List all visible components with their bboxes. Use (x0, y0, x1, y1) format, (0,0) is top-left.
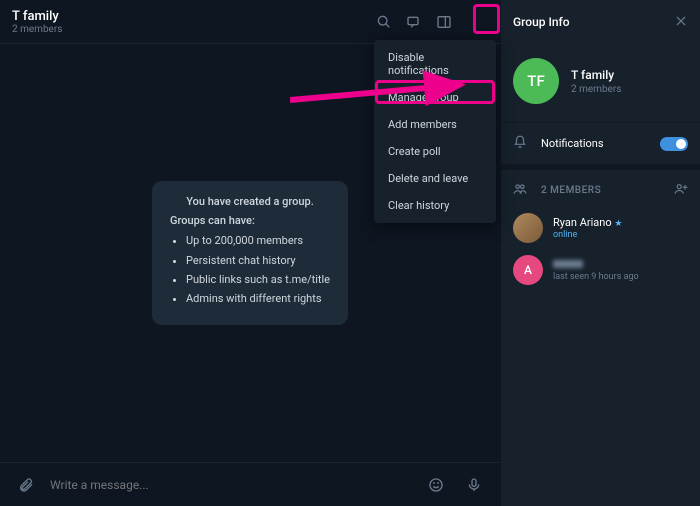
search-icon[interactable] (370, 8, 398, 36)
emoji-icon[interactable] (422, 471, 450, 499)
bell-icon (513, 135, 527, 152)
chat-panel: T family 2 members You have c (0, 0, 500, 506)
notifications-label: Notifications (541, 137, 660, 150)
member-name: Ryan Ariano (553, 216, 612, 229)
member-row[interactable]: A last seen 9 hours ago (501, 249, 700, 291)
service-message: You have created a group. Groups can hav… (152, 181, 348, 325)
more-menu: Disable notifications Manage group Add m… (374, 40, 496, 223)
group-avatar: TF (513, 58, 559, 104)
group-info-block: TF T family 2 members (501, 44, 700, 122)
chat-title: T family (12, 9, 370, 24)
member-row[interactable]: Ryan Ariano ★ online (501, 207, 700, 249)
attach-icon[interactable] (12, 471, 40, 499)
member-avatar: A (513, 255, 543, 285)
add-member-icon[interactable] (674, 182, 688, 199)
close-icon[interactable] (674, 14, 688, 31)
comments-icon[interactable] (400, 8, 428, 36)
service-bullet: Up to 200,000 members (186, 233, 330, 248)
chat-title-block[interactable]: T family 2 members (12, 9, 370, 35)
chat-subtitle: 2 members (12, 24, 370, 35)
sidebar-header: Group Info (501, 0, 700, 44)
members-header: 2 MEMBERS (501, 164, 700, 207)
member-avatar (513, 213, 543, 243)
owner-star-icon: ★ (614, 219, 622, 229)
service-bullet: Admins with different rights (186, 291, 330, 306)
more-icon[interactable] (460, 8, 488, 36)
mic-icon[interactable] (460, 471, 488, 499)
sidebar-title: Group Info (513, 15, 570, 29)
members-count-label: 2 MEMBERS (541, 185, 674, 196)
menu-add-members[interactable]: Add members (374, 111, 496, 138)
menu-create-poll[interactable]: Create poll (374, 138, 496, 165)
menu-clear-history[interactable]: Clear history (374, 192, 496, 219)
service-bullet: Persistent chat history (186, 253, 330, 268)
member-status: last seen 9 hours ago (553, 272, 639, 282)
group-info-panel: Group Info TF T family 2 members Notific… (500, 0, 700, 506)
service-bullet: Public links such as t.me/title (186, 272, 330, 287)
member-status: online (553, 230, 622, 240)
menu-manage-group[interactable]: Manage group (374, 84, 496, 111)
notifications-toggle[interactable] (660, 137, 688, 151)
members-icon (513, 182, 527, 199)
group-members-count: 2 members (571, 84, 621, 95)
service-heading: You have created a group. (170, 195, 330, 208)
menu-delete-leave[interactable]: Delete and leave (374, 165, 496, 192)
service-subheading: Groups can have: (170, 214, 330, 227)
group-name: T family (571, 68, 621, 82)
message-input[interactable] (50, 478, 412, 492)
member-name-redacted (553, 260, 583, 268)
notifications-row[interactable]: Notifications (501, 122, 700, 164)
menu-disable-notifications[interactable]: Disable notifications (374, 44, 496, 84)
sidebar-toggle-icon[interactable] (430, 8, 458, 36)
chat-header: T family 2 members (0, 0, 500, 44)
chat-input-bar (0, 462, 500, 506)
